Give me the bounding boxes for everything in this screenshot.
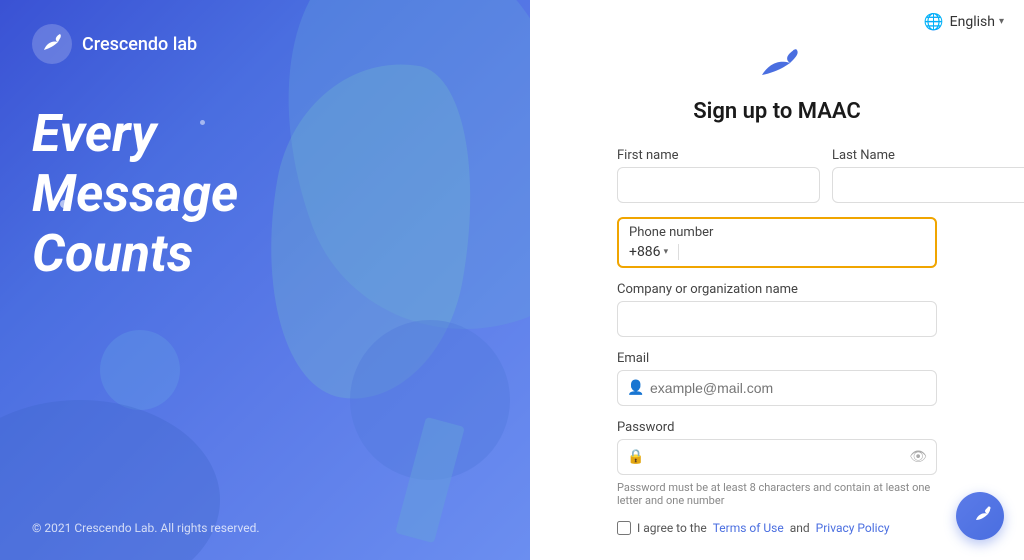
company-input[interactable] xyxy=(617,301,937,337)
first-name-input[interactable] xyxy=(617,167,820,203)
password-input-wrapper: 🔒 👁 xyxy=(617,439,937,475)
lock-icon: 🔒 xyxy=(627,449,644,465)
email-input-wrapper: 👤 xyxy=(617,370,937,406)
tagline-line1: Every xyxy=(32,104,498,164)
signup-form-container: Sign up to MAAC First name Last Name Pho… xyxy=(530,43,1024,555)
password-label: Password xyxy=(617,420,937,435)
left-footer: © 2021 Crescendo Lab. All rights reserve… xyxy=(32,517,498,536)
first-name-label: First name xyxy=(617,148,820,163)
tagline: Every Message Counts xyxy=(32,104,498,283)
email-input[interactable] xyxy=(617,370,937,406)
brand-logo-left: Crescendo lab xyxy=(32,24,498,64)
terms-row: I agree to the Terms of Use and Privacy … xyxy=(617,521,937,535)
terms-checkbox[interactable] xyxy=(617,521,631,535)
terms-and: and xyxy=(790,521,810,535)
privacy-policy-link[interactable]: Privacy Policy xyxy=(816,521,890,535)
phone-code-selector[interactable]: +886 ▾ xyxy=(629,244,668,260)
terms-of-use-link[interactable]: Terms of Use xyxy=(713,521,784,535)
phone-label: Phone number xyxy=(619,219,935,240)
phone-code-chevron-icon: ▾ xyxy=(664,247,669,257)
page-title: Sign up to MAAC xyxy=(693,99,861,124)
company-label: Company or organization name xyxy=(617,282,937,297)
user-icon: 👤 xyxy=(627,380,644,396)
password-group: Password 🔒 👁 Password must be at least 8… xyxy=(617,420,937,507)
phone-group: Phone number +886 ▾ xyxy=(617,217,937,268)
chat-fab-button[interactable] xyxy=(956,492,1004,540)
first-name-group: First name xyxy=(617,148,820,203)
company-group: Company or organization name xyxy=(617,282,937,337)
name-row: First name Last Name xyxy=(617,148,937,203)
brand-bird-icon-right xyxy=(752,43,802,83)
right-header: 🌐 English ▾ xyxy=(530,0,1024,43)
phone-divider xyxy=(678,244,679,260)
globe-icon: 🌐 xyxy=(924,12,944,31)
tagline-line3: Counts xyxy=(32,224,498,284)
chat-fab-icon xyxy=(968,504,992,528)
phone-input-row: +886 ▾ xyxy=(619,240,935,266)
terms-prefix: I agree to the xyxy=(637,521,707,535)
email-group: Email 👤 xyxy=(617,351,937,406)
last-name-input[interactable] xyxy=(832,167,1024,203)
last-name-group: Last Name xyxy=(832,148,1024,203)
password-hint: Password must be at least 8 characters a… xyxy=(617,481,937,507)
brand-bird-icon-left xyxy=(32,24,72,64)
chevron-down-icon: ▾ xyxy=(999,16,1004,27)
last-name-label: Last Name xyxy=(832,148,1024,163)
brand-name-left: Crescendo lab xyxy=(82,34,197,55)
tagline-line2: Message xyxy=(32,164,498,224)
copyright-text: © 2021 Crescendo Lab. All rights reserve… xyxy=(32,521,260,535)
email-label: Email xyxy=(617,351,937,366)
phone-field-container: Phone number +886 ▾ xyxy=(617,217,937,268)
password-input[interactable] xyxy=(617,439,937,475)
left-panel: Crescendo lab Every Message Counts © 202… xyxy=(0,0,530,560)
language-selector[interactable]: English ▾ xyxy=(950,14,1004,30)
brand-logo-right xyxy=(752,43,802,87)
eye-icon[interactable]: 👁 xyxy=(909,449,927,465)
signup-form: First name Last Name Phone number +886 ▾ xyxy=(617,148,937,535)
language-label: English xyxy=(950,14,995,30)
right-panel: 🌐 English ▾ Sign up to MAAC First name xyxy=(530,0,1024,560)
phone-code-value: +886 xyxy=(629,244,661,260)
phone-number-input[interactable] xyxy=(689,244,925,260)
